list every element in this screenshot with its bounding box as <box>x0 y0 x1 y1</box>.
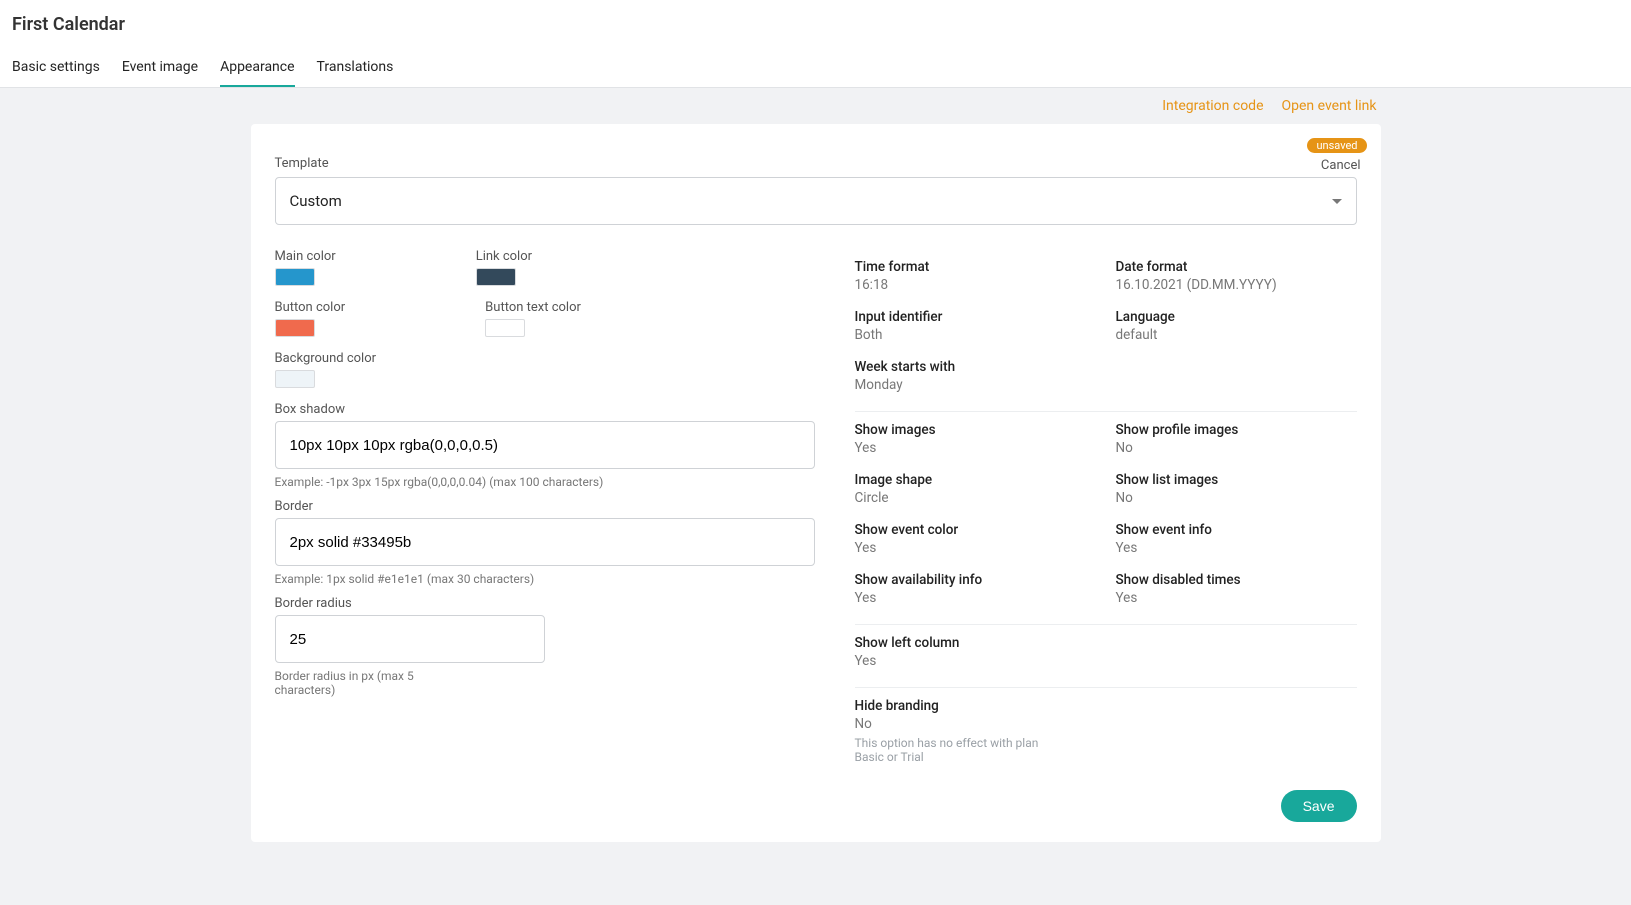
setting-item[interactable]: Show event color Yes <box>855 522 1096 556</box>
setting-item[interactable]: Show event info Yes <box>1116 522 1357 556</box>
link-color-item: Link color <box>476 249 532 286</box>
link-color-label: Link color <box>476 249 532 264</box>
top-links: Integration code Open event link <box>251 88 1381 124</box>
appearance-card: unsaved Cancel Template Custom Main colo… <box>251 124 1381 842</box>
background-color-item: Background color <box>275 351 377 388</box>
box-shadow-label: Box shadow <box>275 402 815 417</box>
template-select[interactable]: Custom <box>275 177 1357 225</box>
setting-label: Show disabled times <box>1116 572 1357 588</box>
setting-item[interactable]: Show list images No <box>1116 472 1357 506</box>
setting-item[interactable]: Show availability info Yes <box>855 572 1096 606</box>
setting-item[interactable]: Show left column Yes <box>855 635 1096 669</box>
tab-basic-settings[interactable]: Basic settings <box>12 49 100 87</box>
plan-note: This option has no effect with plan Basi… <box>855 736 1055 764</box>
open-event-link[interactable]: Open event link <box>1282 98 1377 114</box>
setting-label: Show availability info <box>855 572 1096 588</box>
setting-item[interactable]: Image shape Circle <box>855 472 1096 506</box>
setting-item[interactable]: Input identifier Both <box>855 309 1096 343</box>
border-helper: Example: 1px solid #e1e1e1 (max 30 chara… <box>275 572 815 586</box>
setting-value: No <box>1116 440 1357 456</box>
background-color-label: Background color <box>275 351 377 366</box>
border-field: Border Example: 1px solid #e1e1e1 (max 3… <box>275 499 815 586</box>
settings-group-1: Time format 16:18 Date format 16.10.2021 (D… <box>855 249 1357 411</box>
save-button[interactable]: Save <box>1281 790 1357 822</box>
button-color-item: Button color <box>275 300 346 337</box>
setting-item[interactable]: Show images Yes <box>855 422 1096 456</box>
tab-appearance[interactable]: Appearance <box>220 49 294 87</box>
border-radius-helper: Border radius in px (max 5 characters) <box>275 669 455 697</box>
page-title: First Calendar <box>12 14 1619 35</box>
setting-item[interactable]: Show disabled times Yes <box>1116 572 1357 606</box>
save-row: Save <box>855 790 1357 822</box>
border-input[interactable] <box>275 518 815 566</box>
setting-value: Circle <box>855 490 1096 506</box>
button-text-color-label: Button text color <box>485 300 581 315</box>
right-column: Time format 16:18 Date format 16.10.2021 (D… <box>855 249 1357 822</box>
setting-value: Monday <box>855 377 1096 393</box>
cancel-link[interactable]: Cancel <box>1321 158 1361 173</box>
template-label: Template <box>275 156 1357 171</box>
setting-label: Time format <box>855 259 1096 275</box>
settings-group-4: Hide branding No This option has no effect… <box>855 688 1357 782</box>
border-label: Border <box>275 499 815 514</box>
main-color-label: Main color <box>275 249 336 264</box>
setting-label: Input identifier <box>855 309 1096 325</box>
setting-value: Yes <box>855 440 1096 456</box>
setting-value: 16.10.2021 (DD.MM.YYYY) <box>1116 277 1357 293</box>
main-color-item: Main color <box>275 249 336 286</box>
setting-item[interactable]: Show profile images No <box>1116 422 1357 456</box>
tab-translations[interactable]: Translations <box>317 49 394 87</box>
setting-item[interactable]: Date format 16.10.2021 (DD.MM.YYYY) <box>1116 259 1357 293</box>
header: First Calendar Basic settings Event imag… <box>0 0 1631 88</box>
background-color-swatch[interactable] <box>275 370 315 388</box>
border-radius-label: Border radius <box>275 596 815 611</box>
setting-value: 16:18 <box>855 277 1096 293</box>
setting-label: Show left column <box>855 635 1096 651</box>
link-color-swatch[interactable] <box>476 268 516 286</box>
setting-label: Show profile images <box>1116 422 1357 438</box>
setting-value: Yes <box>1116 540 1357 556</box>
button-color-label: Button color <box>275 300 346 315</box>
setting-item[interactable]: Week starts with Monday <box>855 359 1096 393</box>
settings-group-3: Show left column Yes <box>855 625 1357 687</box>
setting-value: Yes <box>855 540 1096 556</box>
setting-item[interactable]: Hide branding No This option has no effect… <box>855 698 1096 764</box>
box-shadow-helper: Example: -1px 3px 15px rgba(0,0,0,0.04) … <box>275 475 815 489</box>
setting-label: Hide branding <box>855 698 1096 714</box>
setting-label: Image shape <box>855 472 1096 488</box>
tabs: Basic settings Event image Appearance Tr… <box>12 49 1619 87</box>
setting-value: Yes <box>855 590 1096 606</box>
setting-value: Yes <box>1116 590 1357 606</box>
setting-label: Week starts with <box>855 359 1096 375</box>
settings-group-2: Show images Yes Show profile images No Image… <box>855 412 1357 624</box>
setting-item[interactable]: Language default <box>1116 309 1357 343</box>
unsaved-badge: unsaved <box>1307 138 1366 153</box>
button-text-color-item: Button text color <box>485 300 581 337</box>
form-columns: Main color Link color Button color Butto… <box>275 249 1357 822</box>
border-radius-input[interactable] <box>275 615 545 663</box>
main-color-swatch[interactable] <box>275 268 315 286</box>
setting-value: No <box>1116 490 1357 506</box>
button-color-swatch[interactable] <box>275 319 315 337</box>
setting-value: Yes <box>855 653 1096 669</box>
template-select-value: Custom <box>290 192 342 210</box>
tab-event-image[interactable]: Event image <box>122 49 198 87</box>
box-shadow-field: Box shadow Example: -1px 3px 15px rgba(0… <box>275 402 815 489</box>
left-column: Main color Link color Button color Butto… <box>275 249 815 822</box>
setting-value: default <box>1116 327 1357 343</box>
setting-label: Language <box>1116 309 1357 325</box>
setting-label: Show event info <box>1116 522 1357 538</box>
setting-item[interactable]: Time format 16:18 <box>855 259 1096 293</box>
setting-value: No <box>855 716 1096 732</box>
chevron-down-icon <box>1332 199 1342 204</box>
setting-label: Show images <box>855 422 1096 438</box>
integration-code-link[interactable]: Integration code <box>1162 98 1263 114</box>
setting-label: Show event color <box>855 522 1096 538</box>
setting-label: Show list images <box>1116 472 1357 488</box>
setting-value: Both <box>855 327 1096 343</box>
box-shadow-input[interactable] <box>275 421 815 469</box>
button-text-color-swatch[interactable] <box>485 319 525 337</box>
setting-label: Date format <box>1116 259 1357 275</box>
border-radius-field: Border radius Border radius in px (max 5… <box>275 596 815 697</box>
